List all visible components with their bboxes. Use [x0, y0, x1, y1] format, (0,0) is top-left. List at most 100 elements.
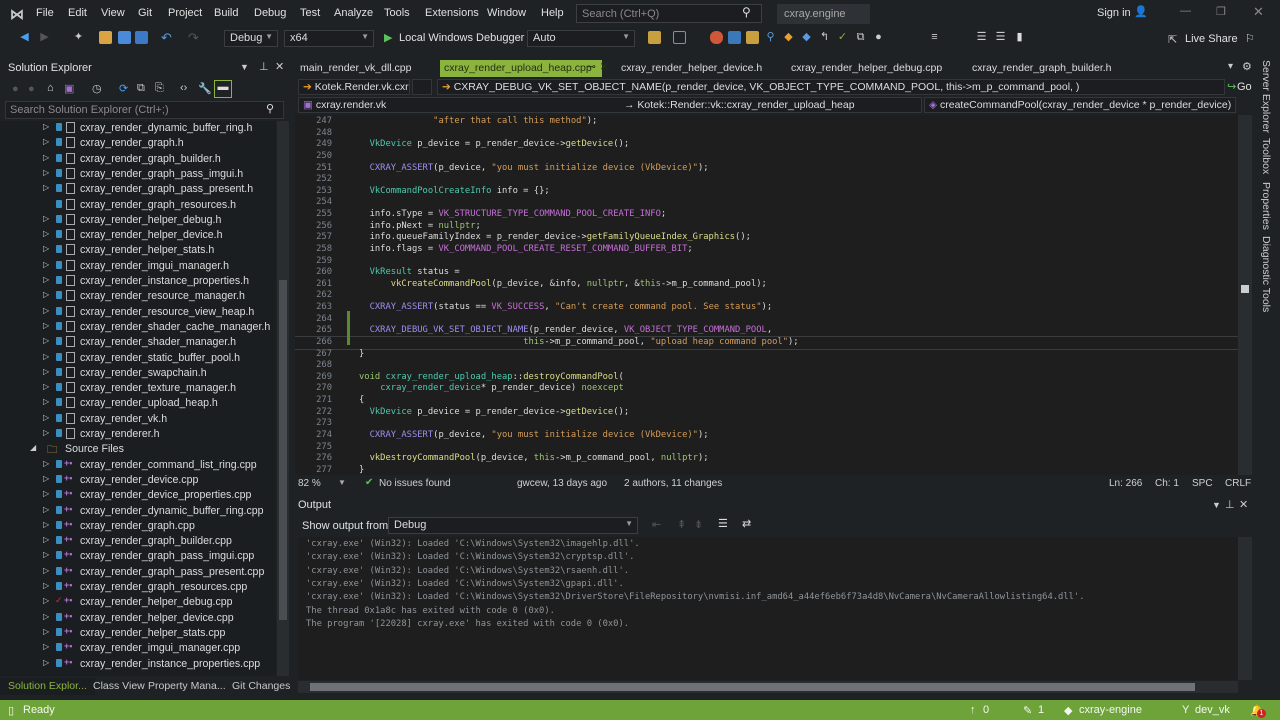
expand-arrow-icon[interactable]: ▷: [43, 137, 49, 146]
code-line[interactable]: 271 {: [295, 395, 1238, 407]
expand-arrow-icon[interactable]: ▷: [43, 321, 49, 330]
sync-icon[interactable]: ⟳: [119, 82, 128, 95]
tab-property-manager[interactable]: Property Mana...: [148, 680, 226, 692]
pin-icon[interactable]: ⊥: [1225, 498, 1235, 511]
settings-gear-icon[interactable]: ⚙: [1242, 60, 1252, 73]
code-line[interactable]: 248: [295, 128, 1238, 140]
code-line[interactable]: 260 VkResult status =: [295, 267, 1238, 279]
scrollbar-thumb[interactable]: [279, 280, 287, 620]
live-share-button[interactable]: Live Share: [1185, 33, 1238, 45]
expand-arrow-icon[interactable]: ▷: [43, 260, 49, 269]
panel-menu-icon[interactable]: ▼: [240, 62, 249, 72]
tree-file-item[interactable]: ▷ cxray_render_instance_properties.h: [0, 274, 276, 289]
code-line[interactable]: 256 info.pNext = nullptr;: [295, 221, 1238, 233]
repository-name[interactable]: cxray-engine: [1079, 704, 1142, 716]
blame-info[interactable]: gwcew, 13 days ago: [517, 478, 607, 489]
tree-file-item[interactable]: ▷ +• cxray_render_dynamic_buffer_ring.cpp: [0, 504, 276, 519]
code-line[interactable]: 254: [295, 197, 1238, 209]
close-tab-icon[interactable]: ✕: [600, 61, 609, 73]
expand-arrow-icon[interactable]: ▷: [43, 505, 49, 514]
configuration-dropdown[interactable]: Debug ▼: [224, 30, 278, 47]
expand-arrow-icon[interactable]: ▷: [43, 612, 49, 621]
tab-cxray-render-graph-builder[interactable]: cxray_render_graph_builder.h: [972, 62, 1112, 74]
close-panel-icon[interactable]: ✕: [275, 60, 284, 73]
tree-file-item[interactable]: ▷ cxray_render_helper_debug.h: [0, 213, 276, 228]
platform-dropdown[interactable]: x64 ▼: [284, 30, 374, 47]
code-line[interactable]: 276 vkDestroyCommandPool(p_device, this-…: [295, 453, 1238, 465]
expand-arrow-icon[interactable]: ▷: [43, 658, 49, 667]
close-panel-icon[interactable]: ✕: [1239, 498, 1248, 511]
expand-arrow-icon[interactable]: ▷: [43, 153, 49, 162]
save-icon[interactable]: [118, 31, 131, 44]
editor-vertical-scrollbar[interactable]: [1238, 115, 1252, 475]
browser-icon[interactable]: [673, 31, 686, 44]
expand-arrow-icon[interactable]: ▷: [43, 550, 49, 559]
undo-icon[interactable]: ↶: [160, 31, 173, 44]
next-message-icon[interactable]: ⇟: [694, 518, 703, 531]
solution-search-input[interactable]: Search Solution Explorer (Ctrl+;): [5, 101, 284, 119]
code-line[interactable]: 249 VkDevice p_device = p_render_device-…: [295, 139, 1238, 151]
expand-arrow-icon[interactable]: ▷: [43, 214, 49, 223]
menu-help[interactable]: Help: [541, 7, 564, 19]
save-all-icon[interactable]: [135, 31, 148, 44]
menu-view[interactable]: View: [101, 7, 125, 19]
menu-extensions[interactable]: Extensions: [425, 7, 479, 19]
expand-arrow-icon[interactable]: ▷: [43, 566, 49, 575]
whitespace-mode[interactable]: SPC: [1192, 478, 1213, 489]
tab-class-view[interactable]: Class View: [93, 680, 145, 692]
expand-arrow-icon[interactable]: ▷: [43, 352, 49, 361]
tree-file-item[interactable]: ▷ +• cxray_render_graph_pass_imgui.cpp: [0, 549, 276, 564]
symbol-nav-dropdown[interactable]: ➔ CXRAY_DEBUG_VK_SET_OBJECT_NAME(p_rende…: [437, 79, 1225, 95]
tree-file-item[interactable]: ▷ cxray_render_helper_device.h: [0, 228, 276, 243]
preview-selected-icon[interactable]: ▬: [214, 80, 232, 98]
properties-tab[interactable]: Properties: [1260, 182, 1272, 230]
code-line[interactable]: 272 VkDevice p_device = p_render_device-…: [295, 407, 1238, 419]
debug-target-dropdown[interactable]: Auto ▼: [527, 30, 635, 47]
code-line[interactable]: 259: [295, 256, 1238, 268]
menu-edit[interactable]: Edit: [68, 7, 87, 19]
tree-file-item[interactable]: ▷ cxray_render_helper_stats.h: [0, 243, 276, 258]
toolbar-tool-icon[interactable]: ◆: [800, 31, 813, 44]
back-icon[interactable]: ◀: [18, 31, 31, 44]
comment-icon[interactable]: ≡: [928, 31, 941, 44]
tree-file-item[interactable]: ▷ +• cxray_render_graph_pass_present.cpp: [0, 565, 276, 580]
start-debugging-button[interactable]: Local Windows Debugger: [399, 32, 524, 44]
code-editor[interactable]: 247 "after that call this method"); 248 24…: [295, 115, 1238, 475]
authors-info[interactable]: 2 authors, 11 changes: [624, 478, 722, 489]
tree-file-item[interactable]: ▷ +• cxray_render_helper_stats.cpp: [0, 626, 276, 641]
code-line[interactable]: 257 info.queueFamilyIndex = p_render_dev…: [295, 232, 1238, 244]
nav-splitter-button[interactable]: [412, 79, 432, 95]
zoom-level[interactable]: 82 %: [298, 478, 321, 489]
tree-file-item[interactable]: ▷ +• cxray_render_graph_resources.cpp: [0, 580, 276, 595]
tree-file-item[interactable]: ▷ cxray_render_shader_cache_manager.h: [0, 320, 276, 335]
toolbar-tool-icon[interactable]: [746, 31, 759, 44]
forward-icon[interactable]: ▶: [38, 31, 51, 44]
code-line[interactable]: 255 info.sType = VK_STRUCTURE_TYPE_COMMA…: [295, 209, 1238, 221]
properties-wrench-icon[interactable]: 🔧: [198, 82, 212, 95]
toolbar-tool-icon[interactable]: ⚲: [764, 31, 777, 44]
expand-arrow-icon[interactable]: ▷: [43, 183, 49, 192]
expand-arrow-icon[interactable]: ▷: [43, 581, 49, 590]
tab-git-changes[interactable]: Git Changes: [232, 680, 290, 692]
tab-list-icon[interactable]: ▾: [1228, 61, 1233, 72]
minimize-button[interactable]: —: [1180, 5, 1191, 17]
go-arrow-icon[interactable]: ↪: [1227, 80, 1236, 93]
toolbar-tool-icon[interactable]: ◆: [782, 31, 795, 44]
sign-in-link[interactable]: Sign in: [1097, 7, 1131, 19]
pin-icon[interactable]: ⊸: [587, 61, 596, 73]
account-icon[interactable]: 👤: [1134, 5, 1148, 18]
scrollbar-thumb[interactable]: [1241, 285, 1249, 293]
tree-file-item[interactable]: ▷ cxray_render_dynamic_buffer_ring.h: [0, 121, 276, 136]
tree-file-item[interactable]: ▷ cxray_render_texture_manager.h: [0, 381, 276, 396]
code-line[interactable]: 269 void cxray_render_upload_heap::destro…: [295, 372, 1238, 384]
tree-file-item[interactable]: ▷ +• cxray_render_graph_builder.cpp: [0, 534, 276, 549]
show-all-files-icon[interactable]: ⎘: [155, 82, 164, 95]
tree-file-item[interactable]: ▷ cxray_render_static_buffer_pool.h: [0, 351, 276, 366]
output-text[interactable]: 'cxray.exe' (Win32): Loaded 'C:\Windows\…: [298, 537, 1238, 680]
code-line[interactable]: 273: [295, 418, 1238, 430]
expanded-arrow-icon[interactable]: ◢: [30, 443, 36, 452]
clear-all-icon[interactable]: ☰: [718, 517, 728, 530]
tree-file-item[interactable]: ▷ cxray_render_swapchain.h: [0, 366, 276, 381]
toggle-word-wrap-icon[interactable]: ⇄: [742, 517, 751, 530]
code-line[interactable]: 270 cxray_render_device* p_render_device…: [295, 383, 1238, 395]
